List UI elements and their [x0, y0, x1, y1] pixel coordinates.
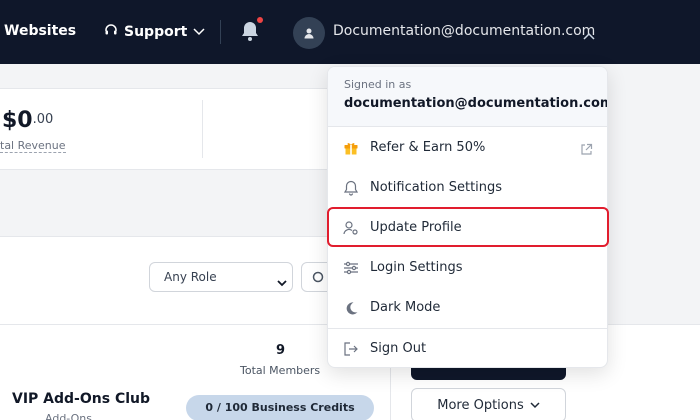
members-count: 9: [276, 343, 286, 358]
gift-icon: [343, 140, 359, 156]
search-icon: [312, 270, 326, 289]
credits-badge: 0 / 100 Business Credits: [186, 395, 374, 420]
revenue-label[interactable]: tal Revenue: [0, 139, 66, 153]
club-name[interactable]: VIP Add-Ons Club: [12, 391, 150, 407]
notification-dot: [257, 17, 263, 23]
stats-divider: [202, 100, 203, 158]
menu-item-login-settings[interactable]: Login Settings: [328, 248, 607, 288]
user-menu-email[interactable]: Documentation@documentation.com: [333, 23, 595, 39]
avatar[interactable]: [293, 17, 325, 49]
club-subtitle: Add-Ons: [45, 412, 92, 420]
nav-support-menu[interactable]: Support: [104, 22, 205, 42]
sign-out-icon: [343, 341, 359, 357]
headset-icon: [104, 23, 118, 41]
moon-icon: [343, 300, 359, 316]
signed-in-label: Signed in as: [344, 78, 412, 91]
nav-websites-link[interactable]: Websites: [4, 23, 76, 39]
menu-header: Signed in as documentation@documentation…: [328, 67, 608, 127]
chevron-down-icon: [277, 272, 287, 291]
revenue-value: $0.00: [2, 108, 53, 133]
notifications-bell-icon[interactable]: [240, 20, 260, 42]
members-label: Total Members: [240, 364, 321, 377]
menu-item-notification-settings[interactable]: Notification Settings: [328, 168, 607, 208]
revenue-cents: .00: [32, 112, 54, 127]
menu-item-dark-mode[interactable]: Dark Mode: [328, 288, 607, 328]
menu-item-label: Dark Mode: [370, 300, 441, 315]
chevron-up-icon[interactable]: [583, 25, 595, 44]
sliders-icon: [343, 260, 359, 276]
menu-item-label: Refer & Earn 50%: [370, 140, 486, 155]
revenue-whole: $0: [2, 108, 33, 133]
more-options-label: More Options: [437, 397, 524, 413]
role-select[interactable]: Any Role: [149, 262, 293, 292]
external-link-icon: [580, 141, 593, 160]
bell-icon: [343, 180, 359, 196]
nav-support-label: Support: [124, 24, 188, 40]
menu-item-label: Login Settings: [370, 260, 463, 275]
update-profile-highlight: [327, 207, 609, 247]
chevron-down-icon: [530, 398, 540, 413]
menu-item-label: Notification Settings: [370, 180, 503, 195]
chevron-down-icon: [193, 24, 205, 40]
menu-item-refer-earn[interactable]: Refer & Earn 50%: [328, 128, 607, 168]
more-options-button[interactable]: More Options: [411, 388, 566, 420]
menu-item-label: Sign Out: [370, 341, 427, 356]
signed-in-email: documentation@documentation.com: [344, 96, 608, 111]
user-icon: [303, 24, 315, 43]
nav-divider: [220, 20, 221, 44]
menu-item-sign-out[interactable]: Sign Out: [328, 329, 607, 367]
